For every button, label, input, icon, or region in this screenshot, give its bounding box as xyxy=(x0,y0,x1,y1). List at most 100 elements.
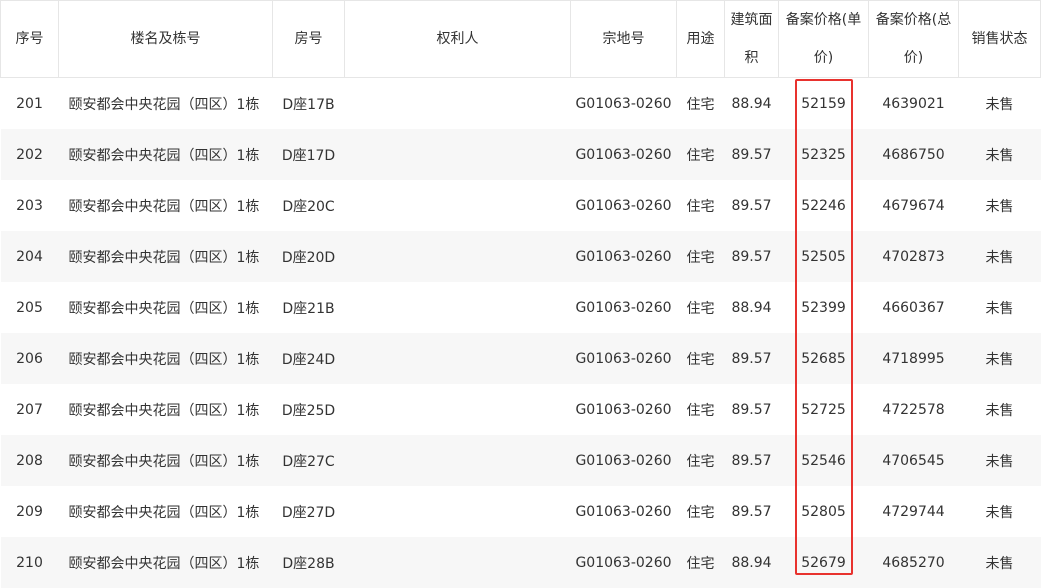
cell-room-no: D座20C xyxy=(273,180,345,231)
cell-total-price: 4706545 xyxy=(869,435,959,486)
presale-listing-table: 序号 楼名及栋号 房号 权利人 宗地号 用途 建筑面积 备案价格(单价) 备案价… xyxy=(0,0,1041,588)
cell-floor-area: 88.94 xyxy=(725,282,779,333)
cell-parcel-no: G01063-0260 xyxy=(571,435,677,486)
cell-sale-status: 未售 xyxy=(959,333,1041,384)
cell-serial-no: 204 xyxy=(1,231,59,282)
cell-floor-area: 89.57 xyxy=(725,129,779,180)
cell-room-no: D座24D xyxy=(273,333,345,384)
cell-total-price: 4679674 xyxy=(869,180,959,231)
cell-floor-area: 89.57 xyxy=(725,435,779,486)
cell-unit-price: 52679 xyxy=(779,537,869,588)
cell-floor-area: 89.57 xyxy=(725,486,779,537)
table-row: 208颐安都会中央花园（四区）1栋D座27CG01063-0260住宅89.57… xyxy=(1,435,1041,486)
cell-room-no: D座28B xyxy=(273,537,345,588)
cell-building-name: 颐安都会中央花园（四区）1栋 xyxy=(59,333,273,384)
cell-room-no: D座27C xyxy=(273,435,345,486)
cell-parcel-no: G01063-0260 xyxy=(571,486,677,537)
cell-unit-price: 52805 xyxy=(779,486,869,537)
cell-sale-status: 未售 xyxy=(959,486,1041,537)
cell-floor-area: 89.57 xyxy=(725,384,779,435)
cell-usage: 住宅 xyxy=(677,486,725,537)
cell-sale-status: 未售 xyxy=(959,231,1041,282)
cell-floor-area: 89.57 xyxy=(725,231,779,282)
cell-unit-price: 52325 xyxy=(779,129,869,180)
table-row: 206颐安都会中央花园（四区）1栋D座24DG01063-0260住宅89.57… xyxy=(1,333,1041,384)
cell-unit-price: 52159 xyxy=(779,78,869,130)
cell-usage: 住宅 xyxy=(677,435,725,486)
cell-room-no: D座25D xyxy=(273,384,345,435)
cell-unit-price: 52725 xyxy=(779,384,869,435)
cell-total-price: 4729744 xyxy=(869,486,959,537)
table-row: 205颐安都会中央花园（四区）1栋D座21BG01063-0260住宅88.94… xyxy=(1,282,1041,333)
cell-usage: 住宅 xyxy=(677,333,725,384)
cell-owner xyxy=(345,231,571,282)
header-usage: 用途 xyxy=(677,1,725,78)
header-total-price: 备案价格(总价) xyxy=(869,1,959,78)
cell-building-name: 颐安都会中央花园（四区）1栋 xyxy=(59,537,273,588)
cell-floor-area: 88.94 xyxy=(725,78,779,130)
cell-serial-no: 203 xyxy=(1,180,59,231)
cell-building-name: 颐安都会中央花园（四区）1栋 xyxy=(59,486,273,537)
cell-owner xyxy=(345,78,571,130)
table-row: 204颐安都会中央花园（四区）1栋D座20DG01063-0260住宅89.57… xyxy=(1,231,1041,282)
cell-building-name: 颐安都会中央花园（四区）1栋 xyxy=(59,129,273,180)
cell-usage: 住宅 xyxy=(677,129,725,180)
cell-room-no: D座17B xyxy=(273,78,345,130)
cell-usage: 住宅 xyxy=(677,384,725,435)
cell-building-name: 颐安都会中央花园（四区）1栋 xyxy=(59,180,273,231)
cell-unit-price: 52685 xyxy=(779,333,869,384)
cell-serial-no: 201 xyxy=(1,78,59,130)
cell-building-name: 颐安都会中央花园（四区）1栋 xyxy=(59,384,273,435)
header-parcel-no: 宗地号 xyxy=(571,1,677,78)
cell-total-price: 4718995 xyxy=(869,333,959,384)
table-row: 203颐安都会中央花园（四区）1栋D座20C G01063-0260住宅89.57… xyxy=(1,180,1041,231)
cell-total-price: 4702873 xyxy=(869,231,959,282)
cell-sale-status: 未售 xyxy=(959,435,1041,486)
header-floor-area: 建筑面积 xyxy=(725,1,779,78)
cell-total-price: 4685270 xyxy=(869,537,959,588)
header-sale-status: 销售状态 xyxy=(959,1,1041,78)
cell-total-price: 4660367 xyxy=(869,282,959,333)
cell-serial-no: 207 xyxy=(1,384,59,435)
cell-total-price: 4686750 xyxy=(869,129,959,180)
cell-building-name: 颐安都会中央花园（四区）1栋 xyxy=(59,435,273,486)
cell-serial-no: 202 xyxy=(1,129,59,180)
cell-parcel-no: G01063-0260 xyxy=(571,78,677,130)
cell-owner xyxy=(345,333,571,384)
cell-room-no: D座27D xyxy=(273,486,345,537)
cell-parcel-no: G01063-0260 xyxy=(571,537,677,588)
cell-parcel-no: G01063-0260 xyxy=(571,282,677,333)
cell-floor-area: 89.57 xyxy=(725,180,779,231)
header-unit-price: 备案价格(单价) xyxy=(779,1,869,78)
cell-unit-price: 52246 xyxy=(779,180,869,231)
cell-floor-area: 89.57 xyxy=(725,333,779,384)
cell-usage: 住宅 xyxy=(677,180,725,231)
cell-serial-no: 210 xyxy=(1,537,59,588)
header-owner: 权利人 xyxy=(345,1,571,78)
cell-usage: 住宅 xyxy=(677,282,725,333)
cell-sale-status: 未售 xyxy=(959,180,1041,231)
cell-unit-price: 52399 xyxy=(779,282,869,333)
table-row: 210颐安都会中央花园（四区）1栋D座28BG01063-0260住宅88.94… xyxy=(1,537,1041,588)
cell-room-no: D座17D xyxy=(273,129,345,180)
cell-owner xyxy=(345,129,571,180)
header-room-no: 房号 xyxy=(273,1,345,78)
cell-owner xyxy=(345,282,571,333)
table-row: 201颐安都会中央花园（四区）1栋D座17BG01063-0260住宅88.94… xyxy=(1,78,1041,130)
cell-room-no: D座20D xyxy=(273,231,345,282)
cell-total-price: 4639021 xyxy=(869,78,959,130)
cell-parcel-no: G01063-0260 xyxy=(571,180,677,231)
cell-owner xyxy=(345,180,571,231)
cell-serial-no: 209 xyxy=(1,486,59,537)
table-body: 201颐安都会中央花园（四区）1栋D座17BG01063-0260住宅88.94… xyxy=(1,78,1041,588)
cell-usage: 住宅 xyxy=(677,537,725,588)
cell-sale-status: 未售 xyxy=(959,129,1041,180)
cell-owner xyxy=(345,486,571,537)
cell-unit-price: 52505 xyxy=(779,231,869,282)
cell-sale-status: 未售 xyxy=(959,78,1041,130)
cell-sale-status: 未售 xyxy=(959,384,1041,435)
cell-serial-no: 206 xyxy=(1,333,59,384)
header-serial-no: 序号 xyxy=(1,1,59,78)
cell-total-price: 4722578 xyxy=(869,384,959,435)
cell-building-name: 颐安都会中央花园（四区）1栋 xyxy=(59,78,273,130)
